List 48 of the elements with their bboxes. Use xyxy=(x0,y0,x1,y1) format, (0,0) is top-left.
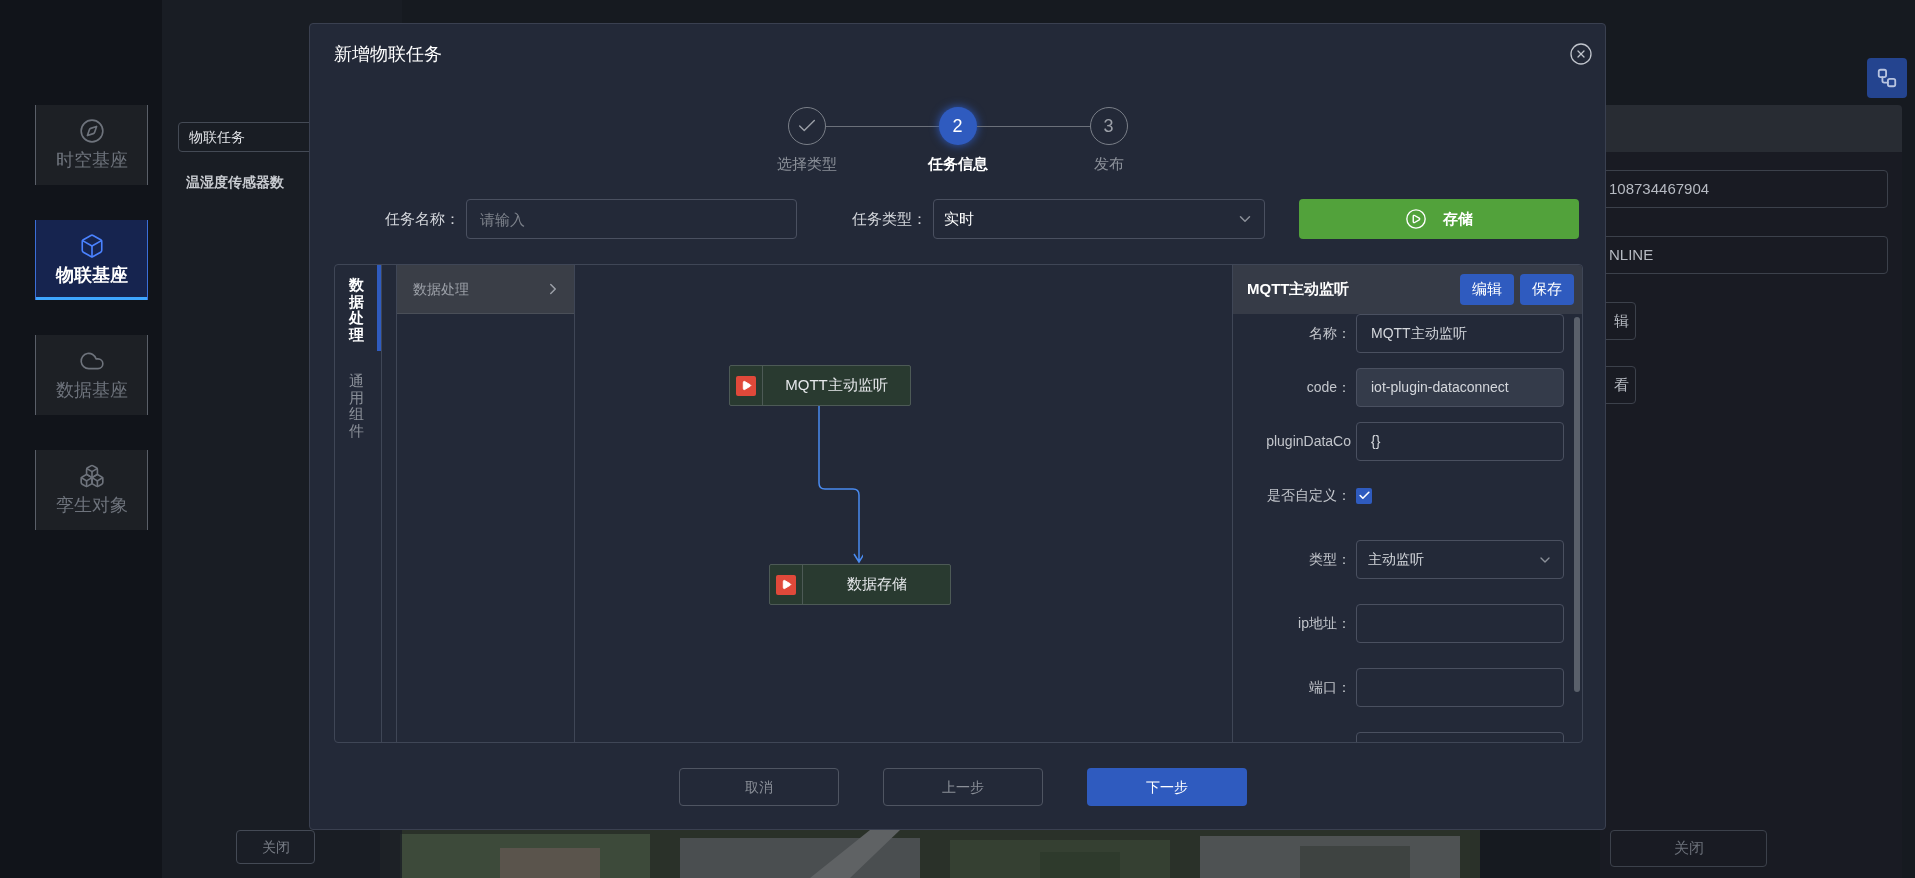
panel-title: MQTT主动监听 xyxy=(1247,279,1351,300)
step-label: 任务信息 xyxy=(927,154,988,174)
field-label: 端口： xyxy=(1309,678,1351,697)
node-label: 数据存储 xyxy=(845,574,908,595)
close-icon[interactable] xyxy=(1569,42,1593,66)
step-label: 选择类型 xyxy=(776,154,837,174)
footer-button[interactable]: 上一步 xyxy=(882,768,1043,806)
input-field[interactable]: 请输入 xyxy=(466,199,797,239)
play-circle-icon xyxy=(1405,208,1427,230)
checkbox[interactable] xyxy=(1356,487,1372,504)
field-label: 名称： xyxy=(1309,324,1351,343)
select-field[interactable]: 主动监听 xyxy=(1356,540,1564,579)
compass-icon xyxy=(78,118,105,144)
check-icon xyxy=(1357,489,1371,502)
flow-node[interactable]: MQTT主动监听 xyxy=(729,365,911,406)
field-label: code： xyxy=(1306,378,1351,397)
panel-button[interactable]: 编辑 xyxy=(1460,274,1514,305)
field-label: 类型： xyxy=(1309,550,1351,569)
input-field[interactable] xyxy=(1356,668,1564,707)
node-label: MQTT主动监听 xyxy=(784,375,889,396)
field-label: 任务类型： xyxy=(851,208,928,229)
side-tab[interactable]: 通用组件 xyxy=(335,361,381,453)
select-field[interactable]: 实时 xyxy=(933,199,1265,239)
play-icon xyxy=(776,574,796,595)
field-label: 是否自定义： xyxy=(1267,486,1351,505)
input-field[interactable] xyxy=(1356,604,1564,643)
cube-icon xyxy=(78,233,105,259)
sidebar-item[interactable]: 物联基座 xyxy=(35,220,148,300)
cubes-icon xyxy=(78,463,105,489)
play-icon xyxy=(736,375,756,396)
dialog-title: 新增物联任务 xyxy=(334,42,443,66)
field-label: 任务名称： xyxy=(384,208,461,229)
flow-button[interactable] xyxy=(1867,58,1907,98)
flow-node[interactable]: 数据存储 xyxy=(769,564,951,605)
field-label: ip地址： xyxy=(1298,614,1351,633)
side-tab[interactable]: 数据处理 xyxy=(335,265,381,351)
close-button[interactable]: 关闭 xyxy=(236,830,315,864)
step-label: 发布 xyxy=(1093,154,1124,174)
workflow-icon xyxy=(1876,67,1898,89)
input-field[interactable]: MQTT主动监听 xyxy=(1356,314,1564,353)
footer-button[interactable]: 取消 xyxy=(678,768,839,806)
scrollbar-icon[interactable] xyxy=(1574,317,1580,692)
close-button[interactable]: 关闭 xyxy=(1610,830,1767,867)
field-label: pluginDataCo xyxy=(1266,432,1351,451)
footer-button[interactable]: 下一步 xyxy=(1086,768,1247,806)
category-item[interactable]: 数据处理 xyxy=(397,265,574,314)
input-field[interactable]: {} xyxy=(1356,422,1564,461)
panel-button[interactable]: 保存 xyxy=(1520,274,1574,305)
